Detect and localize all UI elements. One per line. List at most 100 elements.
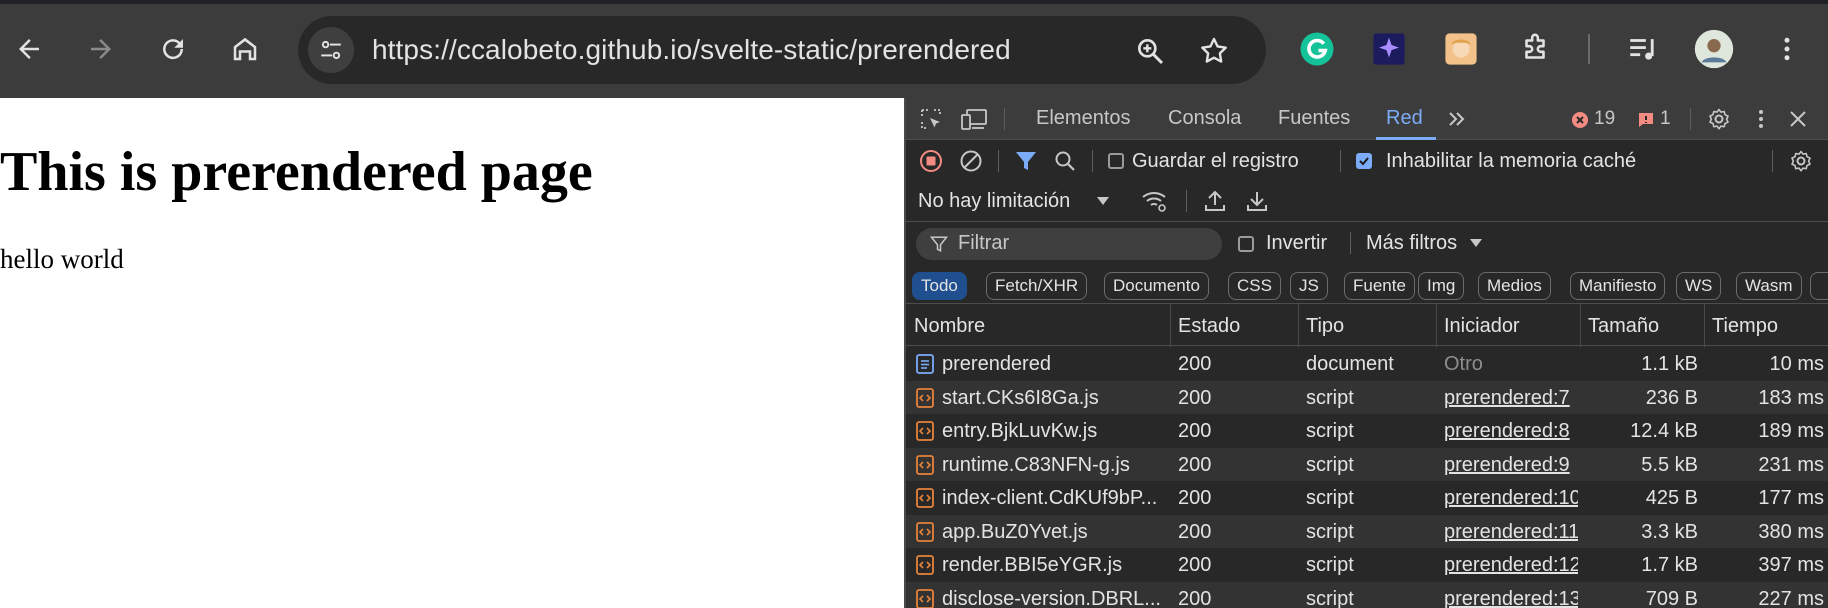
url-text[interactable]: https://ccalobeto.github.io/svelte-stati… [372,34,1011,66]
network-conditions-button[interactable] [1140,188,1170,214]
column-initiator[interactable]: Iniciador [1444,315,1520,338]
filter-toggle-button[interactable] [1014,148,1038,174]
clear-button[interactable] [958,148,984,174]
chip-document[interactable]: Documento [1104,272,1209,300]
chip-wasm[interactable]: Wasm [1736,272,1802,300]
preserve-log-label[interactable]: Guardar el registro [1132,150,1299,173]
extensions-button[interactable] [1516,30,1554,68]
chip-js[interactable]: JS [1290,272,1328,300]
caret-down-icon [1097,197,1109,205]
toolbar-divider [1340,150,1341,172]
disable-cache-label[interactable]: Inhabilitar la memoria caché [1386,150,1636,173]
filter-placeholder: Filtrar [958,232,1010,254]
close-devtools-button[interactable] [1786,107,1810,131]
chip-manifest[interactable]: Manifiesto [1570,272,1666,300]
tab-strip-edge [0,0,1828,4]
table-row[interactable]: index-client.CdKUf9bP... 200 script prerend… [906,481,1828,515]
chip-ws[interactable]: WS [1676,272,1722,300]
errors-indicator[interactable] [1570,110,1590,130]
web-page: This is prerendered page hello world [0,98,904,608]
page-paragraph: hello world [0,244,124,274]
more-tabs-button[interactable] [1444,107,1470,131]
cell-initiator[interactable]: prerendered:13 [1444,588,1578,608]
reload-button[interactable] [152,28,194,70]
cell-initiator[interactable]: prerendered:11 [1444,521,1578,544]
home-button[interactable] [224,28,266,70]
media-controls-button[interactable] [1624,30,1662,68]
search-button[interactable] [1052,148,1078,174]
cell-time: 231 ms [1758,453,1824,476]
throttling-dropdown[interactable] [1094,192,1112,210]
filter-funnel-icon [1016,152,1036,170]
character-extension[interactable] [1442,30,1480,68]
more-filters-button[interactable]: Más filtros [1366,232,1457,255]
column-size[interactable]: Tamaño [1588,315,1659,338]
tab-elements[interactable]: Elementos [1036,107,1131,130]
table-row[interactable]: runtime.C83NFN-g.js 200 script prerendered:… [906,447,1828,481]
bookmark-button[interactable] [1196,33,1232,69]
cell-initiator[interactable]: prerendered:9 [1444,454,1578,477]
chip-overflow[interactable] [1810,272,1828,300]
address-bar[interactable]: https://ccalobeto.github.io/svelte-stati… [298,16,1266,84]
column-status[interactable]: Estado [1178,315,1240,338]
issues-indicator[interactable] [1636,110,1656,130]
puzzle-icon [1525,33,1545,59]
table-row[interactable]: disclose-version.DBRL... 200 script prerend… [906,581,1828,608]
device-toolbar-button[interactable] [960,106,988,132]
invert-label[interactable]: Invertir [1266,232,1327,255]
double-chevron-icon [1449,112,1465,126]
more-filters-dropdown[interactable] [1468,236,1484,250]
star-icon [1201,37,1227,63]
export-har-button[interactable] [1244,188,1270,214]
inspect-element-button[interactable] [918,106,944,132]
cell-initiator[interactable]: prerendered:12 [1444,554,1578,577]
cell-status: 200 [1178,520,1212,543]
filter-input[interactable]: Filtrar [916,228,1222,260]
chip-fetch-xhr[interactable]: Fetch/XHR [986,272,1088,300]
cell-initiator[interactable]: prerendered:10 [1444,487,1578,510]
cell-initiator[interactable]: prerendered:8 [1444,420,1578,443]
close-icon [1790,111,1806,127]
tab-sources[interactable]: Fuentes [1278,107,1350,130]
preserve-log-checkbox[interactable] [1108,153,1124,169]
network-settings-button[interactable] [1788,148,1814,174]
table-row[interactable]: app.BuZ0Yvet.js 200 script prerendered:11 3.… [906,514,1828,548]
profile-button[interactable] [1694,29,1734,69]
site-info-button[interactable] [308,27,354,73]
type-filter-chips: Todo Fetch/XHR Documento CSS JS Fuente I… [906,264,1828,304]
invert-checkbox[interactable] [1238,236,1254,252]
page-heading: This is prerendered page [0,141,593,203]
cell-name: disclose-version.DBRL... [942,587,1161,608]
sparkle-extension[interactable] [1370,30,1408,68]
column-time[interactable]: Tiempo [1712,315,1778,338]
chip-img[interactable]: Img [1418,272,1465,300]
chip-all[interactable]: Todo [912,272,967,300]
zoom-button[interactable] [1132,33,1168,69]
chip-font[interactable]: Fuente [1344,272,1415,300]
search-icon [1055,151,1075,171]
throttling-select[interactable]: No hay limitación [918,190,1070,213]
issue-count[interactable]: 1 [1660,108,1671,130]
column-name[interactable]: Nombre [914,315,985,338]
disable-cache-checkbox[interactable] [1356,153,1372,169]
error-count[interactable]: 19 [1594,108,1615,130]
table-row[interactable]: start.CKs6I8Ga.js 200 script prerendered:7 2… [906,380,1828,414]
back-button[interactable] [8,28,50,70]
devtools-settings-button[interactable] [1706,106,1732,132]
devtools-menu-button[interactable] [1750,106,1772,132]
cell-initiator[interactable]: prerendered:7 [1444,387,1578,410]
tab-divider [1690,108,1691,130]
table-row[interactable]: render.BBI5eYGR.js 200 script prerendered:1… [906,548,1828,582]
grammarly-extension[interactable] [1298,30,1336,68]
forward-button[interactable] [80,28,122,70]
column-type[interactable]: Tipo [1306,315,1344,338]
chip-css[interactable]: CSS [1228,272,1281,300]
tab-network[interactable]: Red [1386,107,1423,130]
import-har-button[interactable] [1202,188,1228,214]
chip-media[interactable]: Medios [1478,272,1551,300]
record-button[interactable] [918,148,944,174]
table-row[interactable]: prerendered 200 document Otro 1.1 kB 10 ms [906,347,1828,381]
browser-menu-button[interactable] [1768,30,1806,68]
table-row[interactable]: entry.BjkLuvKw.js 200 script prerendered:8 1… [906,414,1828,448]
tab-console[interactable]: Consola [1168,107,1241,130]
